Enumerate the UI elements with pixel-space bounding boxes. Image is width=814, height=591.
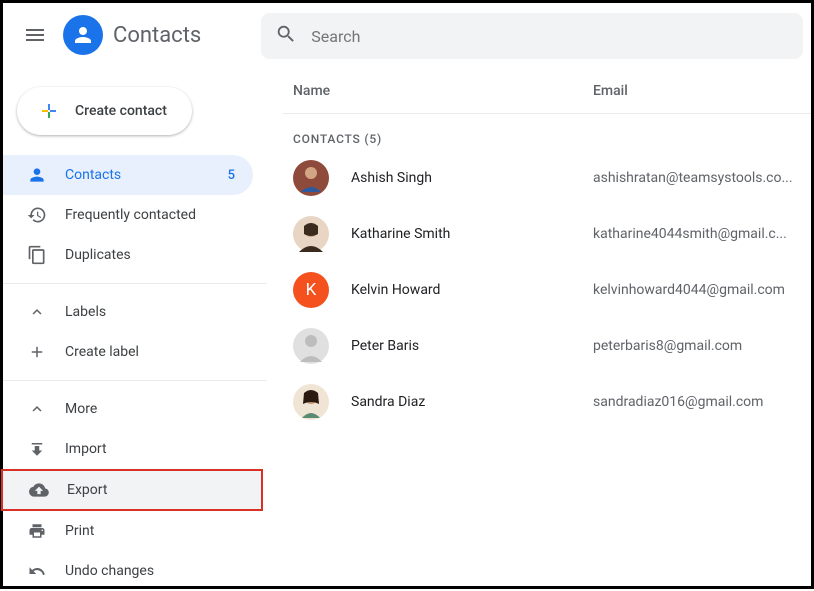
sidebar-item-labels[interactable]: Labels (3, 292, 253, 332)
sidebar-item-label: More (65, 401, 97, 417)
sidebar-item-more[interactable]: More (3, 389, 253, 429)
sidebar-item-label: Frequently contacted (65, 207, 196, 223)
sidebar-item-label: Contacts (65, 167, 121, 183)
undo-icon (27, 561, 47, 581)
contact-row[interactable]: Ashish Singhashishratan@teamsystools.co.… (283, 150, 811, 206)
contact-name: Ashish Singh (351, 170, 593, 186)
contact-name: Kelvin Howard (351, 282, 593, 298)
contacts-logo (63, 15, 103, 55)
content-area: Name Email CONTACTS (5) Ashish Singhashi… (267, 67, 811, 586)
sidebar-item-count: 5 (228, 168, 235, 183)
person-icon (27, 165, 47, 185)
contact-email: sandradiaz016@gmail.com (593, 394, 763, 410)
plus-icon (37, 99, 61, 123)
sidebar-item-label: Create label (65, 344, 139, 360)
sidebar-item-frequently-contacted[interactable]: Frequently contacted (3, 195, 253, 235)
contact-email: ashishratan@teamsystools.co... (593, 170, 793, 186)
sidebar-item-import[interactable]: Import (3, 429, 253, 469)
sidebar-item-undo-changes[interactable]: Undo changes (3, 551, 253, 591)
contact-email: kelvinhoward4044@gmail.com (593, 282, 785, 298)
column-header-name[interactable]: Name (293, 83, 593, 99)
contact-email: katharine4044smith@gmail.c... (593, 226, 787, 242)
sidebar-item-print[interactable]: Print (3, 511, 253, 551)
sidebar: Create contact Contacts 5 Frequently con… (3, 67, 267, 586)
sidebar-item-export[interactable]: Export (1, 469, 263, 511)
cloud-upload-icon (29, 480, 49, 500)
contact-row[interactable]: Peter Barispeterbaris8@gmail.com (283, 318, 811, 374)
column-header-email[interactable]: Email (593, 83, 801, 99)
contact-row[interactable]: Sandra Diazsandradiaz016@gmail.com (283, 374, 811, 430)
sidebar-item-duplicates[interactable]: Duplicates (3, 235, 253, 275)
create-contact-button[interactable]: Create contact (17, 87, 192, 135)
sidebar-item-label: Export (67, 482, 107, 498)
avatar: K (293, 272, 329, 308)
avatar (293, 384, 329, 420)
contact-row[interactable]: K Kelvin Howardkelvinhoward4044@gmail.com (283, 262, 811, 318)
sidebar-item-label: Undo changes (65, 563, 154, 579)
hamburger-menu[interactable] (11, 11, 59, 59)
search-input[interactable] (311, 27, 789, 46)
divider (3, 283, 267, 284)
sidebar-item-create-label[interactable]: Create label (3, 332, 253, 372)
import-icon (27, 439, 47, 459)
search-icon (275, 23, 297, 49)
avatar (293, 328, 329, 364)
avatar (293, 160, 329, 196)
sidebar-item-contacts[interactable]: Contacts 5 (3, 155, 253, 195)
sidebar-item-label: Import (65, 441, 107, 457)
chevron-up-icon (27, 302, 47, 322)
section-label: CONTACTS (5) (283, 114, 811, 150)
create-contact-label: Create contact (75, 103, 167, 119)
chevron-up-icon (27, 399, 47, 419)
contact-name: Katharine Smith (351, 226, 593, 242)
table-header: Name Email (283, 83, 811, 114)
search-bar[interactable] (261, 13, 803, 59)
print-icon (27, 521, 47, 541)
contact-email: peterbaris8@gmail.com (593, 338, 742, 354)
history-icon (27, 205, 47, 225)
app-title: Contacts (113, 23, 201, 48)
sidebar-item-label: Labels (65, 304, 106, 320)
sidebar-item-label: Print (65, 523, 94, 539)
contact-name: Peter Baris (351, 338, 593, 354)
avatar (293, 216, 329, 252)
sidebar-item-label: Duplicates (65, 247, 131, 263)
plus-icon (27, 342, 47, 362)
contact-row[interactable]: Katharine Smithkatharine4044smith@gmail.… (283, 206, 811, 262)
contact-name: Sandra Diaz (351, 394, 593, 410)
copy-icon (27, 245, 47, 265)
divider (3, 380, 267, 381)
